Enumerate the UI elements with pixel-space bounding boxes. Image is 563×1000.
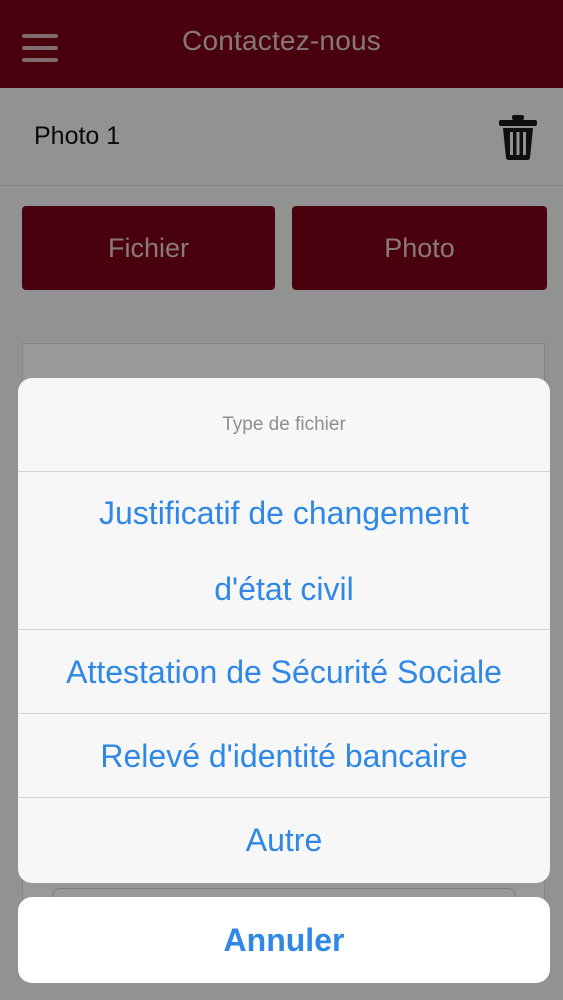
option-other[interactable]: Autre xyxy=(18,798,550,882)
screen: Contactez-nous Photo 1 Fichier Photo Typ… xyxy=(0,0,563,1000)
option-label-line1: Justificatif de changement xyxy=(99,494,469,531)
option-bank-details[interactable]: Relevé d'identité bancaire xyxy=(18,714,550,798)
option-label-line2: d'état civil xyxy=(214,570,354,607)
cancel-button[interactable]: Annuler xyxy=(18,897,550,983)
file-type-action-sheet: Type de fichier Justificatif de changeme… xyxy=(18,378,550,883)
option-social-security[interactable]: Attestation de Sécurité Sociale xyxy=(18,630,550,714)
option-civil-status-proof[interactable]: Justificatif de changement d'état civil xyxy=(18,472,550,630)
action-sheet-title: Type de fichier xyxy=(18,378,550,472)
